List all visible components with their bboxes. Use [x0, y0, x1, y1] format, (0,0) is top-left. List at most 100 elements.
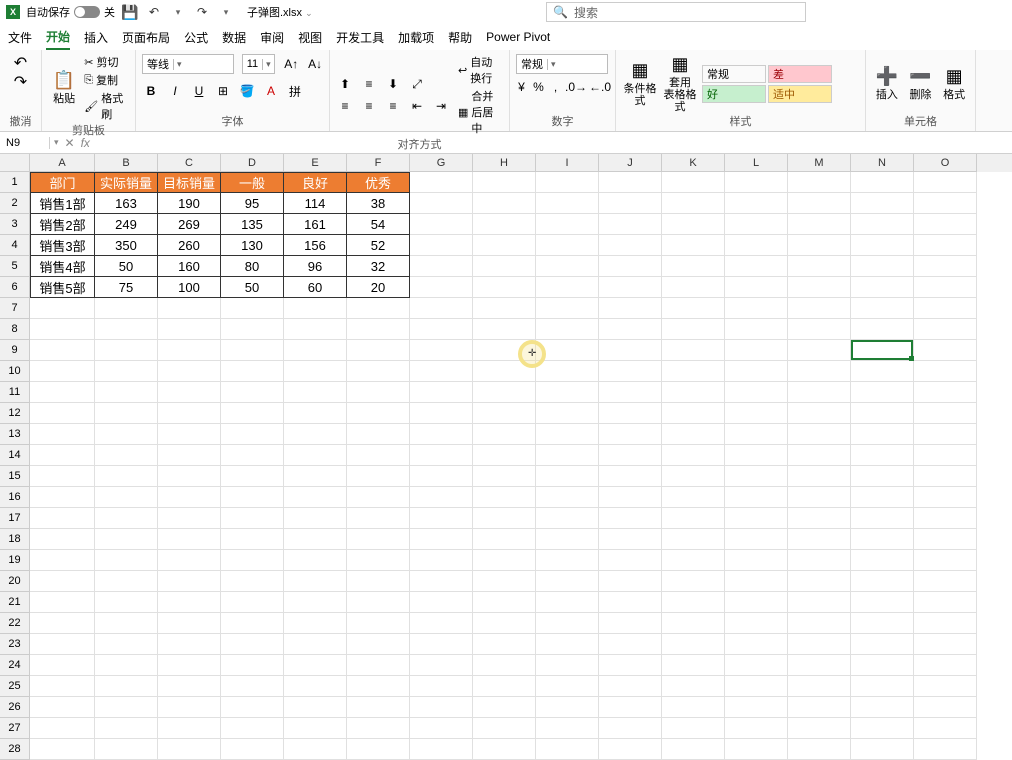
cell-N15[interactable]: [851, 466, 914, 487]
cell-B12[interactable]: [95, 403, 158, 424]
cell-G22[interactable]: [410, 613, 473, 634]
cell-D14[interactable]: [221, 445, 284, 466]
cell-B25[interactable]: [95, 676, 158, 697]
col-header-B[interactable]: B: [95, 154, 158, 172]
cell-N21[interactable]: [851, 592, 914, 613]
cell-H25[interactable]: [473, 676, 536, 697]
cell-G8[interactable]: [410, 319, 473, 340]
cell-C21[interactable]: [158, 592, 221, 613]
tab-加载项[interactable]: 加载项: [398, 26, 434, 49]
cell-N28[interactable]: [851, 739, 914, 760]
table-format-button[interactable]: ▦套用 表格格式: [662, 54, 698, 113]
cell-H4[interactable]: [473, 235, 536, 256]
align-middle-button[interactable]: ≡: [360, 75, 378, 93]
cell-C1[interactable]: 目标销量: [158, 172, 221, 193]
cell-E2[interactable]: 114: [284, 193, 347, 214]
cell-K1[interactable]: [662, 172, 725, 193]
cut-button[interactable]: ✂剪切: [84, 54, 129, 70]
col-header-E[interactable]: E: [284, 154, 347, 172]
cell-B26[interactable]: [95, 697, 158, 718]
redo-button[interactable]: ↷: [12, 73, 30, 91]
cell-J10[interactable]: [599, 361, 662, 382]
cell-E5[interactable]: 96: [284, 256, 347, 277]
cell-M7[interactable]: [788, 298, 851, 319]
cell-E9[interactable]: [284, 340, 347, 361]
cell-L13[interactable]: [725, 424, 788, 445]
col-header-M[interactable]: M: [788, 154, 851, 172]
cell-F8[interactable]: [347, 319, 410, 340]
cell-K27[interactable]: [662, 718, 725, 739]
cell-L11[interactable]: [725, 382, 788, 403]
col-header-D[interactable]: D: [221, 154, 284, 172]
cell-C20[interactable]: [158, 571, 221, 592]
cell-I21[interactable]: [536, 592, 599, 613]
cell-J25[interactable]: [599, 676, 662, 697]
indent-decrease-button[interactable]: ⇤: [408, 97, 426, 115]
cell-E4[interactable]: 156: [284, 235, 347, 256]
row-header-25[interactable]: 25: [0, 676, 30, 697]
cell-M20[interactable]: [788, 571, 851, 592]
cell-H13[interactable]: [473, 424, 536, 445]
cell-F3[interactable]: 54: [347, 214, 410, 235]
cell-F13[interactable]: [347, 424, 410, 445]
cell-O2[interactable]: [914, 193, 977, 214]
cell-O24[interactable]: [914, 655, 977, 676]
cell-H2[interactable]: [473, 193, 536, 214]
cell-N27[interactable]: [851, 718, 914, 739]
cell-A24[interactable]: [30, 655, 95, 676]
cell-B10[interactable]: [95, 361, 158, 382]
cell-I16[interactable]: [536, 487, 599, 508]
cell-C5[interactable]: 160: [158, 256, 221, 277]
row-header-26[interactable]: 26: [0, 697, 30, 718]
cell-L8[interactable]: [725, 319, 788, 340]
cell-O18[interactable]: [914, 529, 977, 550]
cell-G1[interactable]: [410, 172, 473, 193]
cell-I3[interactable]: [536, 214, 599, 235]
cell-E7[interactable]: [284, 298, 347, 319]
cell-D5[interactable]: 80: [221, 256, 284, 277]
row-header-22[interactable]: 22: [0, 613, 30, 634]
cell-C15[interactable]: [158, 466, 221, 487]
cell-L25[interactable]: [725, 676, 788, 697]
cell-C27[interactable]: [158, 718, 221, 739]
cell-H15[interactable]: [473, 466, 536, 487]
col-header-G[interactable]: G: [410, 154, 473, 172]
cell-D6[interactable]: 50: [221, 277, 284, 298]
italic-button[interactable]: I: [166, 82, 184, 100]
col-header-H[interactable]: H: [473, 154, 536, 172]
cell-H5[interactable]: [473, 256, 536, 277]
number-format-combo[interactable]: 常规▾: [516, 54, 608, 74]
cell-J9[interactable]: [599, 340, 662, 361]
tab-Power Pivot[interactable]: Power Pivot: [486, 27, 550, 47]
cell-D17[interactable]: [221, 508, 284, 529]
cell-M13[interactable]: [788, 424, 851, 445]
tab-插入[interactable]: 插入: [84, 26, 108, 49]
cell-D3[interactable]: 135: [221, 214, 284, 235]
cell-E26[interactable]: [284, 697, 347, 718]
cell-N9[interactable]: [851, 340, 914, 361]
undo-button[interactable]: ↶: [12, 54, 30, 72]
autosave-toggle[interactable]: 自动保存 关: [26, 4, 115, 20]
cell-C2[interactable]: 190: [158, 193, 221, 214]
cell-I8[interactable]: [536, 319, 599, 340]
cell-G20[interactable]: [410, 571, 473, 592]
cell-L23[interactable]: [725, 634, 788, 655]
cell-L28[interactable]: [725, 739, 788, 760]
cell-F6[interactable]: 20: [347, 277, 410, 298]
col-header-A[interactable]: A: [30, 154, 95, 172]
cell-E23[interactable]: [284, 634, 347, 655]
delete-cells-button[interactable]: ➖删除: [906, 66, 936, 101]
cell-O20[interactable]: [914, 571, 977, 592]
cell-N16[interactable]: [851, 487, 914, 508]
cell-K17[interactable]: [662, 508, 725, 529]
cell-O19[interactable]: [914, 550, 977, 571]
cell-K14[interactable]: [662, 445, 725, 466]
cell-L12[interactable]: [725, 403, 788, 424]
cell-A4[interactable]: 销售3部: [30, 235, 95, 256]
cell-F27[interactable]: [347, 718, 410, 739]
cell-H3[interactable]: [473, 214, 536, 235]
cell-B19[interactable]: [95, 550, 158, 571]
cell-A27[interactable]: [30, 718, 95, 739]
copy-button[interactable]: ⎘复制: [84, 72, 129, 88]
cell-K21[interactable]: [662, 592, 725, 613]
